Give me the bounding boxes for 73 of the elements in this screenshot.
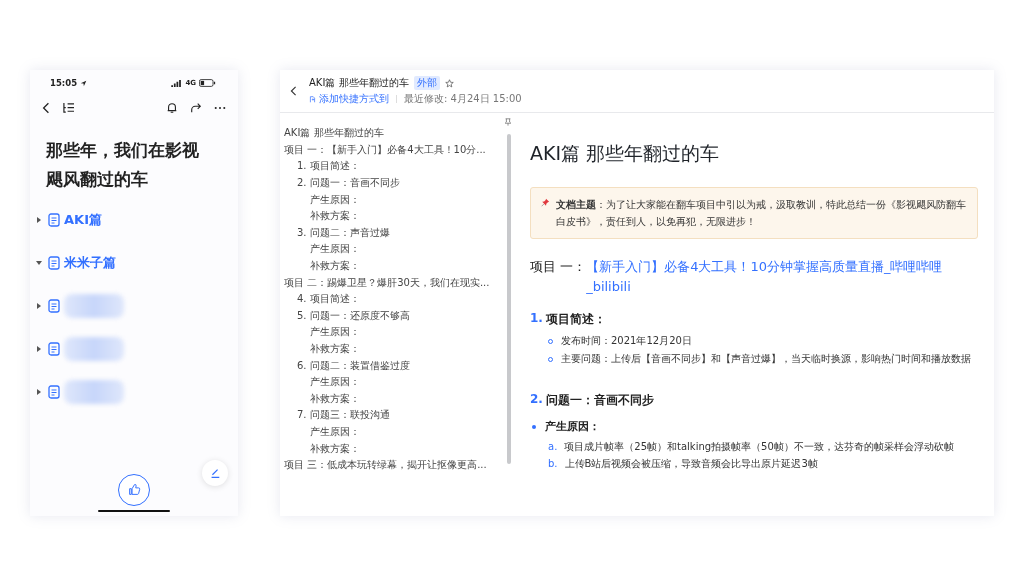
share-icon[interactable] — [190, 102, 202, 114]
bullet-icon — [532, 424, 536, 429]
last-modified: 最近修改: 4月24日 15:00 — [404, 92, 522, 106]
outline-entry[interactable]: 产生原因： — [310, 192, 360, 207]
caret-icon[interactable] — [36, 260, 42, 266]
outline-entry[interactable]: 项目 二：踢爆卫星？爆肝30天，我们在现实... — [284, 275, 490, 290]
document-title: AKI篇 那些年翻过的车 — [309, 76, 409, 90]
document-link[interactable]: 米米子篇 — [64, 254, 116, 272]
outline-entry[interactable]: 5. 问题一：还原度不够高 — [297, 308, 410, 323]
outline-entry[interactable]: 产生原因： — [310, 325, 360, 340]
page-title: 那些年，我们在影视飓风翻过的车 — [46, 139, 200, 191]
shortcut-icon — [309, 95, 316, 103]
pin-icon[interactable] — [504, 118, 512, 126]
outline-entry[interactable]: 7. 问题三：联投沟通 — [297, 408, 390, 423]
back-icon[interactable] — [290, 86, 297, 96]
subsection-title: 产生原因： — [545, 419, 600, 434]
section-title: 项目简述： — [545, 311, 606, 328]
home-indicator — [98, 509, 170, 512]
outline-entry[interactable]: 2. 问题一：音画不同步 — [297, 176, 400, 191]
battery-icon — [199, 79, 216, 87]
section-number: 1. — [530, 311, 543, 327]
caret-icon[interactable] — [36, 303, 42, 309]
external-badge: 外部 — [413, 76, 440, 90]
document-icon — [48, 256, 60, 270]
location-icon — [80, 79, 88, 87]
outline-entry[interactable]: 1. 项目简述： — [297, 159, 360, 174]
list-marker: b. — [548, 457, 558, 471]
outline-entry[interactable]: 4. 项目简述： — [297, 292, 360, 307]
add-shortcut-link[interactable]: 添加快捷方式到 — [319, 92, 389, 106]
section-number: 2. — [530, 392, 543, 408]
caret-icon[interactable] — [36, 389, 42, 395]
star-icon[interactable] — [444, 78, 454, 88]
outline-entry[interactable]: 项目 一：【新手入门】必备4大工具！10分... — [284, 142, 486, 157]
list-text: 上传B站后视频会被压缩，导致音频会比导出原片延迟3帧 — [564, 457, 818, 471]
callout-text: 文档主题：为了让大家能在翻车项目中引以为戒，汲取教训，特此总结一份《影视飓风防翻车白皮书》，责任到人，以免再犯，无限进步！ — [555, 198, 967, 229]
pushpin-icon — [541, 196, 550, 209]
bell-icon[interactable] — [166, 102, 178, 114]
outline-entry[interactable]: 补救方案： — [310, 441, 360, 456]
scrollbar[interactable] — [507, 134, 511, 464]
outline-icon[interactable] — [62, 102, 75, 114]
outline-entry[interactable]: 6. 问题二：装置借鉴过度 — [297, 358, 410, 373]
outline-entry[interactable]: 产生原因： — [310, 242, 360, 257]
project-label: 项目 一： — [530, 258, 587, 276]
list-text: 项目成片帧率（25帧）和talking拍摄帧率（50帧）不一致，达芬奇的帧采样会浮动砍帧 — [564, 440, 954, 454]
outline-entry[interactable]: 补救方案： — [310, 259, 360, 274]
bullet-text: 发布时间：2021年12月20日 — [561, 334, 692, 348]
outline-entry[interactable]: 3. 问题二：声音过爆 — [297, 225, 390, 240]
caret-icon[interactable] — [36, 346, 42, 352]
outline-entry[interactable]: 补救方案： — [310, 391, 360, 406]
outline-entry[interactable]: AKI篇 那些年翻过的车 — [284, 126, 384, 141]
caret-icon[interactable] — [36, 217, 42, 223]
document-icon — [48, 299, 60, 313]
document-link[interactable]: AKI篇 — [64, 211, 102, 229]
status-time: 15:05 — [50, 78, 78, 88]
signal-icon — [171, 79, 183, 87]
outline-entry[interactable]: 补救方案： — [310, 209, 360, 224]
document-icon — [48, 385, 60, 399]
outline-entry[interactable]: 补救方案： — [310, 342, 360, 356]
pencil-icon — [209, 467, 221, 479]
outline-entry[interactable]: 产生原因： — [310, 375, 360, 390]
video-link[interactable]: 【新手入门】必备4大工具！10分钟掌握高质量直播_哔哩哔哩_bilibili — [586, 257, 970, 297]
like-button[interactable] — [118, 473, 150, 506]
document-heading: AKI篇 那些年翻过的车 — [530, 141, 721, 166]
outline-entry[interactable]: 项目 三：低成本玩转绿幕，揭开让抠像更高... — [284, 458, 487, 473]
section-title: 问题一：音画不同步 — [545, 392, 654, 409]
outline-entry[interactable]: 产生原因： — [310, 425, 360, 439]
bullet-text: 主要问题：上传后【音画不同步】和【声音过爆】，当天临时换源，影响热门时间和播放数据 — [561, 352, 971, 366]
list-marker: a. — [548, 440, 558, 454]
more-icon[interactable] — [214, 106, 226, 110]
thumbs-up-icon — [127, 483, 141, 496]
document-icon — [48, 342, 60, 356]
document-icon — [48, 213, 60, 227]
back-icon[interactable] — [42, 102, 50, 114]
